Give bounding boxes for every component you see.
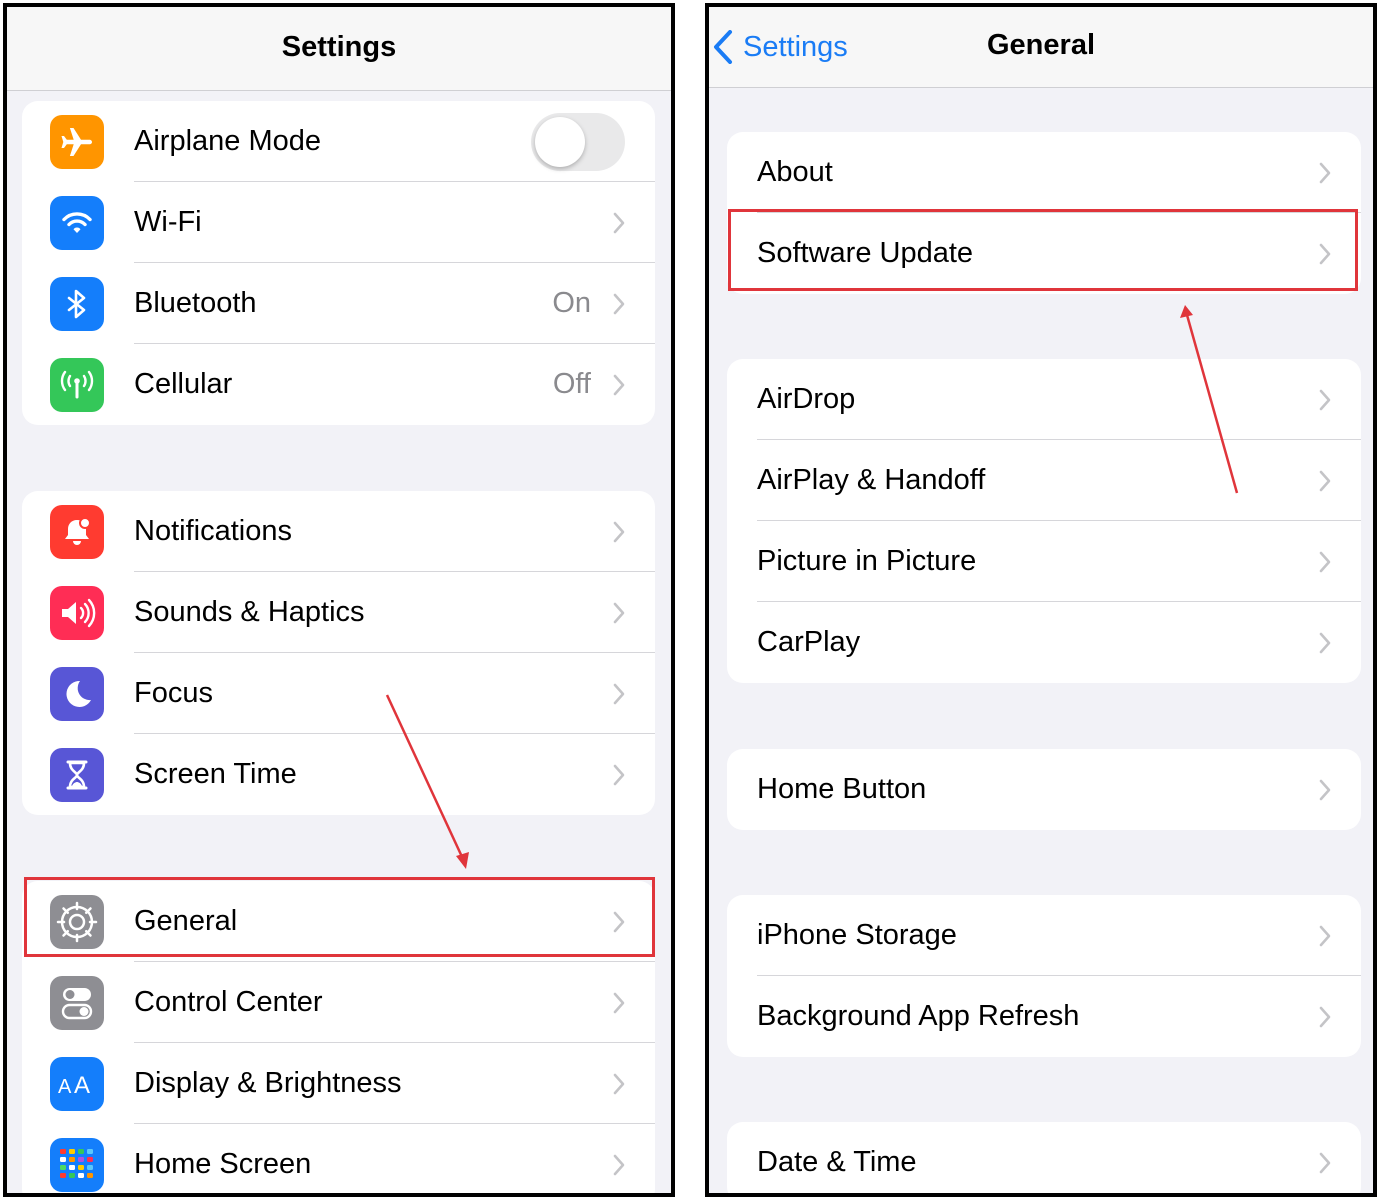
- chevron-right-icon: [613, 683, 625, 704]
- row-label: Wi-Fi: [134, 206, 202, 238]
- row-label: Cellular: [134, 368, 233, 400]
- row-label: Airplane Mode: [134, 125, 321, 157]
- row-label: Software Update: [757, 237, 974, 269]
- settings-row-airplane-mode[interactable]: Airplane Mode: [22, 101, 655, 182]
- airplane-mode-toggle[interactable]: [531, 112, 625, 171]
- row-label: Home Screen: [134, 1148, 312, 1180]
- settings-navbar: Settings: [7, 7, 671, 91]
- text-size-icon: AA: [50, 1056, 104, 1111]
- speaker-icon: [50, 585, 104, 640]
- settings-screen: Settings Airplane Mode Wi-Fi Bluetooth On Ce…: [3, 3, 675, 1197]
- chevron-right-icon: [613, 764, 625, 785]
- general-row-about[interactable]: About: [727, 132, 1361, 213]
- page-title: Settings: [281, 31, 397, 63]
- chevron-right-icon: [1319, 1006, 1331, 1027]
- row-label: AirPlay & Handoff: [757, 464, 986, 496]
- row-label: Display & Brightness: [134, 1067, 402, 1099]
- general-row-picture-in-picture[interactable]: Picture in Picture: [727, 521, 1361, 602]
- settings-row-control-center[interactable]: Control Center: [22, 962, 655, 1043]
- chevron-right-icon: [613, 1154, 625, 1175]
- general-group: iPhone Storage Background App Refresh: [727, 895, 1361, 1057]
- chevron-right-icon: [613, 602, 625, 623]
- chevron-right-icon: [1319, 632, 1331, 653]
- row-label: AirDrop: [757, 383, 856, 415]
- chevron-right-icon: [613, 212, 625, 233]
- settings-row-home-screen[interactable]: Home Screen: [22, 1124, 655, 1193]
- general-row-iphone-storage[interactable]: iPhone Storage: [727, 895, 1361, 976]
- settings-row-focus[interactable]: Focus: [22, 653, 655, 734]
- row-label: General: [134, 905, 238, 937]
- general-row-airdrop[interactable]: AirDrop: [727, 359, 1361, 440]
- page-title: General: [987, 29, 1095, 61]
- row-value: Off: [552, 368, 591, 400]
- chevron-right-icon: [613, 1073, 625, 1094]
- chevron-right-icon: [613, 374, 625, 395]
- chevron-right-icon: [1319, 243, 1331, 264]
- general-group: About Software Update: [727, 132, 1361, 294]
- chevron-right-icon: [613, 992, 625, 1013]
- row-label: Bluetooth: [134, 287, 257, 319]
- chevron-right-icon: [1319, 551, 1331, 572]
- svg-text:A: A: [74, 1072, 90, 1099]
- gear-icon: [50, 894, 104, 949]
- row-label: Notifications: [134, 515, 292, 547]
- general-row-software-update[interactable]: Software Update: [727, 213, 1361, 294]
- wifi-icon: [50, 195, 104, 250]
- general-group: AirDrop AirPlay & Handoff Picture in Pictu…: [727, 359, 1361, 683]
- row-label: Focus: [134, 677, 213, 709]
- bluetooth-icon: [50, 276, 104, 331]
- chevron-right-icon: [1319, 470, 1331, 491]
- switches-icon: [50, 975, 104, 1030]
- home-screen-grid-icon: [50, 1137, 104, 1192]
- row-label: CarPlay: [757, 626, 861, 658]
- toggle-knob: [535, 116, 585, 167]
- row-label: Date & Time: [757, 1146, 917, 1178]
- general-row-background-app-refresh[interactable]: Background App Refresh: [727, 976, 1361, 1057]
- chevron-right-icon: [1319, 925, 1331, 946]
- row-label: Screen Time: [134, 758, 297, 790]
- chevron-right-icon: [1319, 1152, 1331, 1173]
- settings-row-sounds-and-haptics[interactable]: Sounds & Haptics: [22, 572, 655, 653]
- cellular-icon: [50, 357, 104, 412]
- general-row-airplay-and-handoff[interactable]: AirPlay & Handoff: [727, 440, 1361, 521]
- settings-row-bluetooth[interactable]: Bluetooth On: [22, 263, 655, 344]
- settings-group: Airplane Mode Wi-Fi Bluetooth On Cellular Off: [22, 101, 655, 425]
- general-navbar: Settings General: [709, 7, 1373, 88]
- airplane-icon: [50, 114, 104, 169]
- row-label: Control Center: [134, 986, 323, 1018]
- settings-group: Notifications Sounds & Haptics Focus Screen…: [22, 491, 655, 815]
- hourglass-icon: [50, 747, 104, 802]
- general-group: Date & Time: [727, 1122, 1361, 1193]
- general-group: Home Button: [727, 749, 1361, 830]
- settings-row-screen-time[interactable]: Screen Time: [22, 734, 655, 815]
- settings-row-general[interactable]: General: [22, 881, 655, 962]
- general-screen: Settings General About Software Update Air…: [705, 3, 1377, 1197]
- general-row-carplay[interactable]: CarPlay: [727, 602, 1361, 683]
- svg-text:A: A: [58, 1076, 72, 1098]
- general-row-date-and-time[interactable]: Date & Time: [727, 1122, 1361, 1193]
- chevron-right-icon: [1319, 389, 1331, 410]
- general-row-home-button[interactable]: Home Button: [727, 749, 1361, 830]
- settings-group: General Control Center A A Display & Brightn…: [22, 881, 655, 1193]
- row-label: iPhone Storage: [757, 919, 957, 951]
- chevron-right-icon: [613, 293, 625, 314]
- chevron-right-icon: [613, 911, 625, 932]
- settings-row-display-and-brightness[interactable]: A A Display & Brightness: [22, 1043, 655, 1124]
- row-value: On: [552, 287, 591, 319]
- notifications-icon: [50, 504, 104, 559]
- row-label: About: [757, 156, 833, 188]
- row-label: Background App Refresh: [757, 1000, 1080, 1032]
- row-label: Sounds & Haptics: [134, 596, 365, 628]
- moon-icon: [50, 666, 104, 721]
- settings-row-notifications[interactable]: Notifications: [22, 491, 655, 572]
- chevron-right-icon: [1319, 162, 1331, 183]
- chevron-right-icon: [613, 521, 625, 542]
- row-label: Picture in Picture: [757, 545, 977, 577]
- settings-row-cellular[interactable]: Cellular Off: [22, 344, 655, 425]
- row-label: Home Button: [757, 773, 927, 805]
- chevron-right-icon: [1319, 779, 1331, 800]
- settings-row-wi-fi[interactable]: Wi-Fi: [22, 182, 655, 263]
